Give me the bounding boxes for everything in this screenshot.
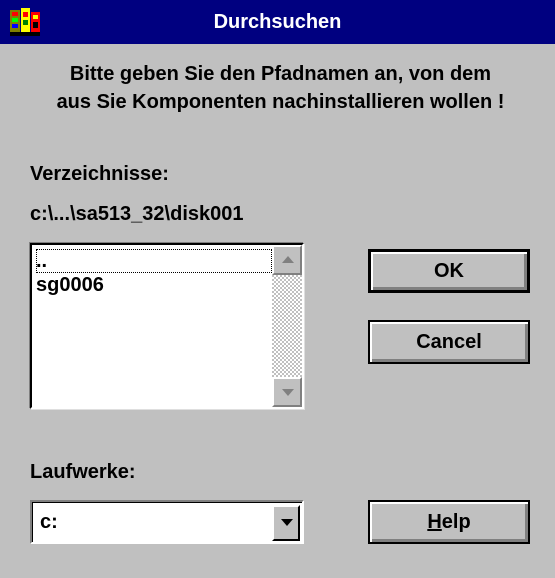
ok-button[interactable]: OK [368,249,530,293]
browse-dialog: Durchsuchen Bitte geben Sie den Pfadname… [0,0,555,578]
directory-scrollbar[interactable] [272,245,302,407]
scroll-up-button[interactable] [272,245,302,275]
arrow-up-icon [282,256,294,263]
cancel-button[interactable]: Cancel [368,320,530,364]
help-button[interactable]: Help [368,500,530,544]
drive-select-value: c: [40,511,58,533]
directory-item-sg0006[interactable]: sg0006 [36,273,104,297]
scroll-down-button[interactable] [272,377,302,407]
drive-dropdown-button[interactable] [272,505,300,541]
instruction-text: Bitte geben Sie den Pfadnamen an, von de… [56,63,505,113]
directories-label: Verzeichnisse: [30,163,169,185]
help-accelerator: H [427,511,442,533]
drive-select[interactable]: c: [30,500,304,544]
help-label-rest: elp [441,511,471,533]
directory-listbox[interactable]: .. sg0006 [30,243,304,409]
drives-label: Laufwerke: [30,461,136,483]
directory-item-parent[interactable]: .. [36,249,272,273]
arrow-down-icon [282,389,294,396]
window-title: Durchsuchen [213,11,342,33]
current-path: c:\...\sa513_32\disk001 [30,203,244,225]
chevron-down-icon [281,519,293,526]
title-bar[interactable]: Durchsuchen [0,0,555,44]
